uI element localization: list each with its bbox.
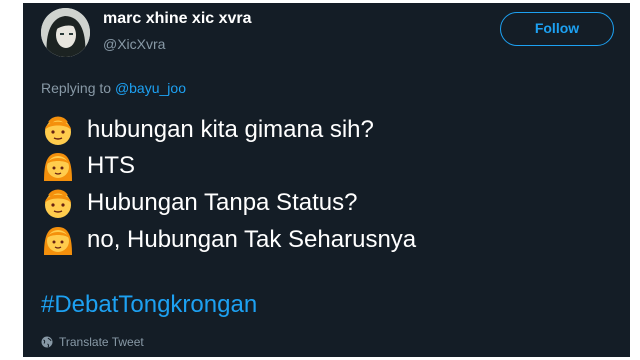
hashtag-link[interactable]: #DebatTongkrongan — [41, 291, 257, 319]
tweet-line-text: HTS — [87, 152, 135, 179]
tweet-card: marc xhine xic xvra @XicXvra Follow Repl… — [23, 3, 630, 357]
avatar[interactable] — [41, 8, 90, 57]
boy-emoji-icon — [45, 189, 71, 218]
tweet-line: HTS — [41, 149, 135, 183]
tweet-line-text: Hubungan Tanpa Status? — [87, 189, 358, 216]
user-handle[interactable]: @XicXvra — [103, 36, 165, 52]
reply-mention-link[interactable]: @bayu_joo — [115, 80, 186, 96]
globe-icon — [41, 336, 53, 348]
replying-to-label: Replying to — [41, 80, 112, 96]
follow-button[interactable]: Follow — [500, 12, 614, 46]
boy-emoji-icon — [45, 116, 71, 145]
replying-to: Replying to @bayu_joo — [41, 80, 186, 96]
tweet-line: no, Hubungan Tak Seharusnya — [41, 223, 416, 257]
girl-emoji-icon — [44, 153, 72, 181]
display-name[interactable]: marc xhine xic xvra — [103, 10, 252, 28]
tweet-line: hubungan kita gimana sih? — [41, 113, 374, 147]
translate-tweet-label: Translate Tweet — [59, 335, 144, 349]
tweet-line-text: hubungan kita gimana sih? — [87, 116, 374, 143]
girl-emoji-icon — [44, 227, 72, 255]
tweet-line: Hubungan Tanpa Status? — [41, 186, 357, 220]
tweet-line-text: no, Hubungan Tak Seharusnya — [87, 226, 417, 253]
translate-tweet-link[interactable]: Translate Tweet — [41, 335, 144, 349]
